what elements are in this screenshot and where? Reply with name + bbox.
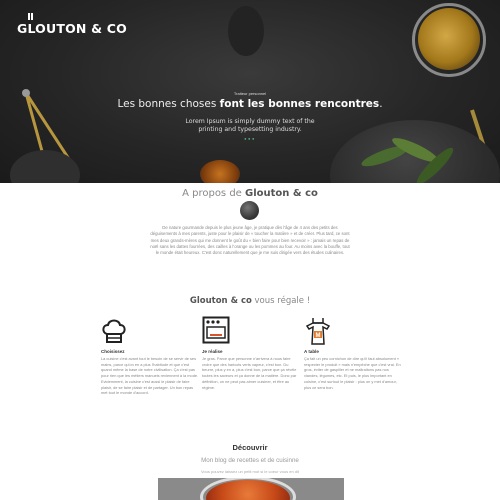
about-title-bold: Glouton & co	[245, 188, 318, 199]
hero-title-end: .	[379, 98, 383, 110]
discover-subtitle: Mon blog de recettes et de cuisinne	[201, 457, 299, 464]
hero-title: Les bonnes choses font les bonnes rencon…	[0, 98, 500, 110]
about-title-plain: A propos de	[182, 188, 246, 199]
site-logo[interactable]: GLOUTON & CO	[17, 21, 127, 36]
service-text: Ça fait un peu cornichon de dire qu'il f…	[304, 356, 401, 390]
services-title-bold: Glouton & co	[189, 296, 252, 306]
whiskey-glass-decoration	[418, 8, 480, 70]
hero-title-bold: font les bonnes rencontres	[219, 98, 380, 110]
apron-icon: M	[305, 318, 331, 345]
discover-hint: Vous pouvez laissez un petit mot si le c…	[200, 469, 300, 474]
oven-icon	[202, 316, 230, 344]
avatar	[240, 201, 259, 220]
hero-kicker: Traiteur personnel	[233, 91, 267, 96]
chef-hat-icon	[102, 319, 126, 343]
slider-dots[interactable]: ●●●	[0, 136, 500, 141]
services-title-plain: vous régale !	[251, 296, 311, 306]
hero-banner: GLOUTON & CO Traiteur personnel Les bonn…	[0, 0, 500, 183]
about-title: A propos de Glouton & co	[0, 188, 500, 199]
svg-text:M: M	[316, 333, 321, 339]
about-text: De nature gourmande depuis le plus jeune…	[150, 225, 350, 256]
discover-title: Découvrir	[232, 443, 268, 452]
spoon-decoration	[228, 6, 264, 56]
sauce-bowl-decoration	[200, 160, 240, 183]
service-text: La cuisine c'est avant tout le besoin de…	[101, 356, 199, 396]
hero-title-plain: Les bonnes choses	[117, 98, 220, 110]
service-name: Choisissez	[101, 349, 125, 354]
service-name: A table	[304, 349, 319, 354]
plate-decoration	[330, 120, 500, 183]
service-text: Je gras. Parce que personne n'arrivera à…	[202, 356, 297, 390]
logo-fork-icon	[28, 13, 34, 20]
services-title: Glouton & co vous régale !	[0, 296, 500, 306]
hero-subtitle: Lorem Ipsum is simply dummy text of the …	[185, 118, 315, 133]
service-name: Je réalise	[202, 349, 223, 354]
blog-featured-image[interactable]	[158, 478, 344, 500]
